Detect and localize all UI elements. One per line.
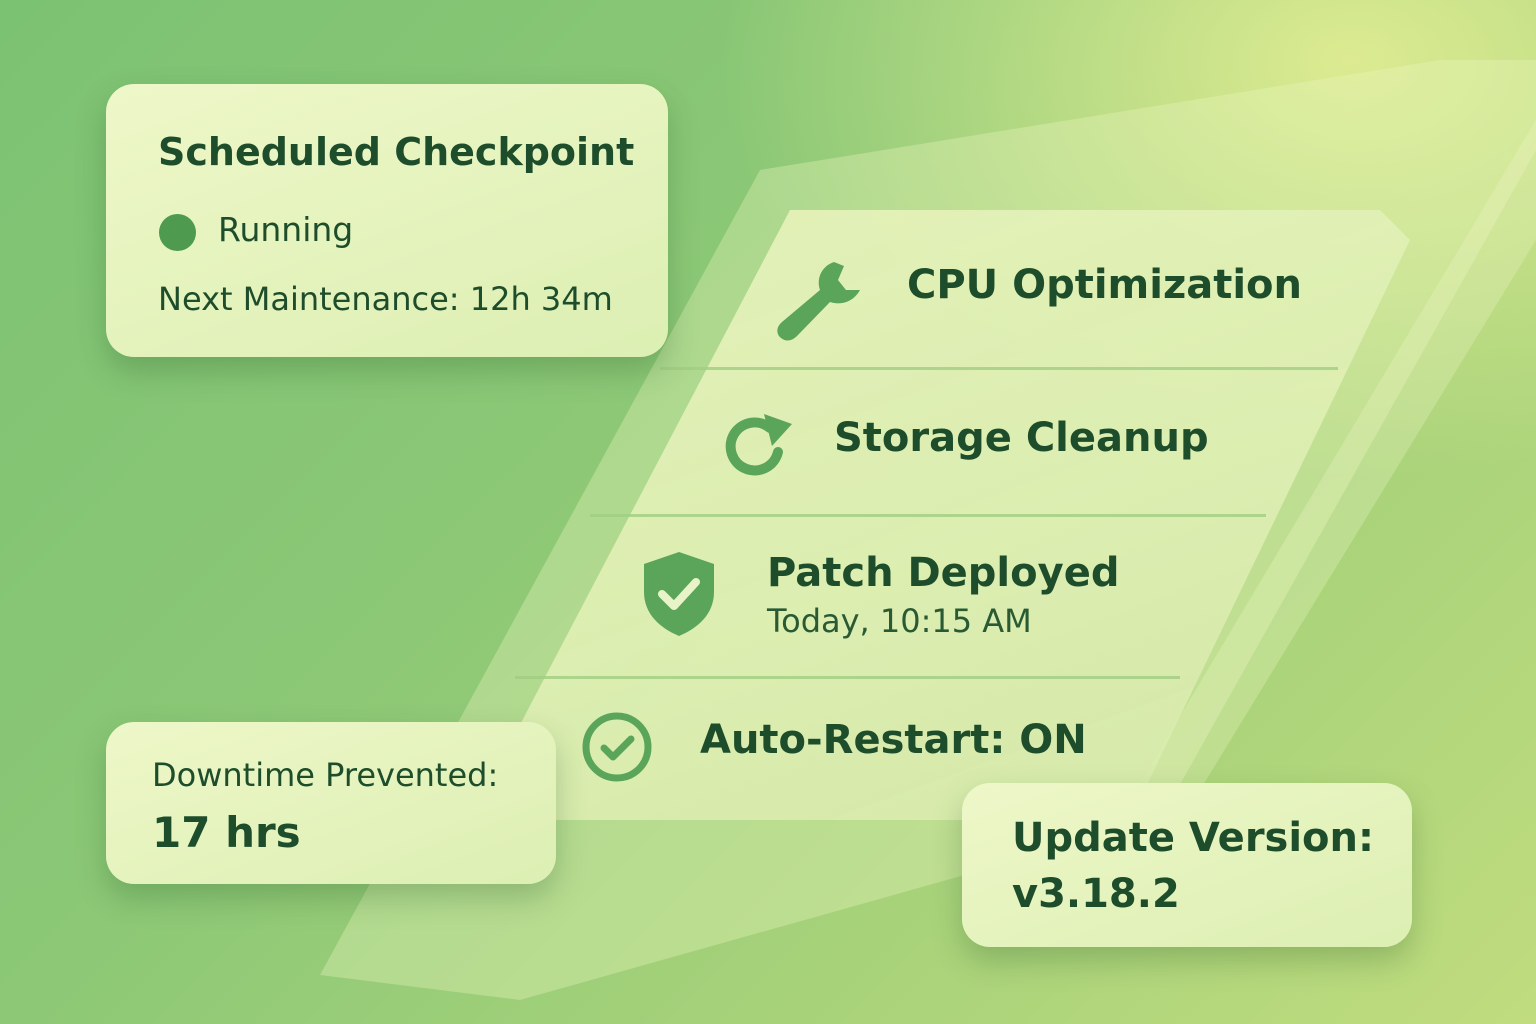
checkpoint-title: Scheduled Checkpoint [158, 130, 635, 174]
task-cpu-optimization[interactable]: CPU Optimization [907, 262, 1302, 308]
downtime-value: 17 hrs [152, 808, 301, 857]
task-label: Storage Cleanup [834, 415, 1209, 461]
checkpoint-status: Running [218, 210, 354, 249]
task-auto-restart[interactable]: Auto-Restart: ON [700, 717, 1087, 763]
update-value: v3.18.2 [1012, 871, 1180, 917]
task-storage-cleanup[interactable]: Storage Cleanup [834, 415, 1209, 461]
task-label: Patch Deployed [767, 550, 1120, 596]
update-version-card: Update Version: v3.18.2 [962, 783, 1412, 947]
checkpoint-card: Scheduled Checkpoint Running Next Mainte… [106, 84, 668, 357]
wrench-icon [777, 262, 860, 341]
task-timestamp: Today, 10:15 AM [767, 602, 1032, 640]
downtime-label: Downtime Prevented: [152, 756, 499, 794]
task-label: Auto-Restart: ON [700, 717, 1087, 763]
row-divider [515, 676, 1180, 679]
task-patch-deployed[interactable]: Patch Deployed Today, 10:15 AM [767, 550, 1119, 640]
shield-check-icon [644, 552, 714, 636]
check-circle-icon [582, 712, 652, 782]
status-dot-icon [159, 214, 196, 251]
next-maintenance: Next Maintenance: 12h 34m [158, 280, 613, 318]
downtime-card: Downtime Prevented: 17 hrs [106, 722, 556, 884]
refresh-icon [725, 414, 792, 476]
task-label: CPU Optimization [907, 262, 1302, 308]
update-label: Update Version: [1012, 815, 1375, 861]
row-divider [590, 514, 1266, 517]
row-divider [660, 367, 1338, 370]
